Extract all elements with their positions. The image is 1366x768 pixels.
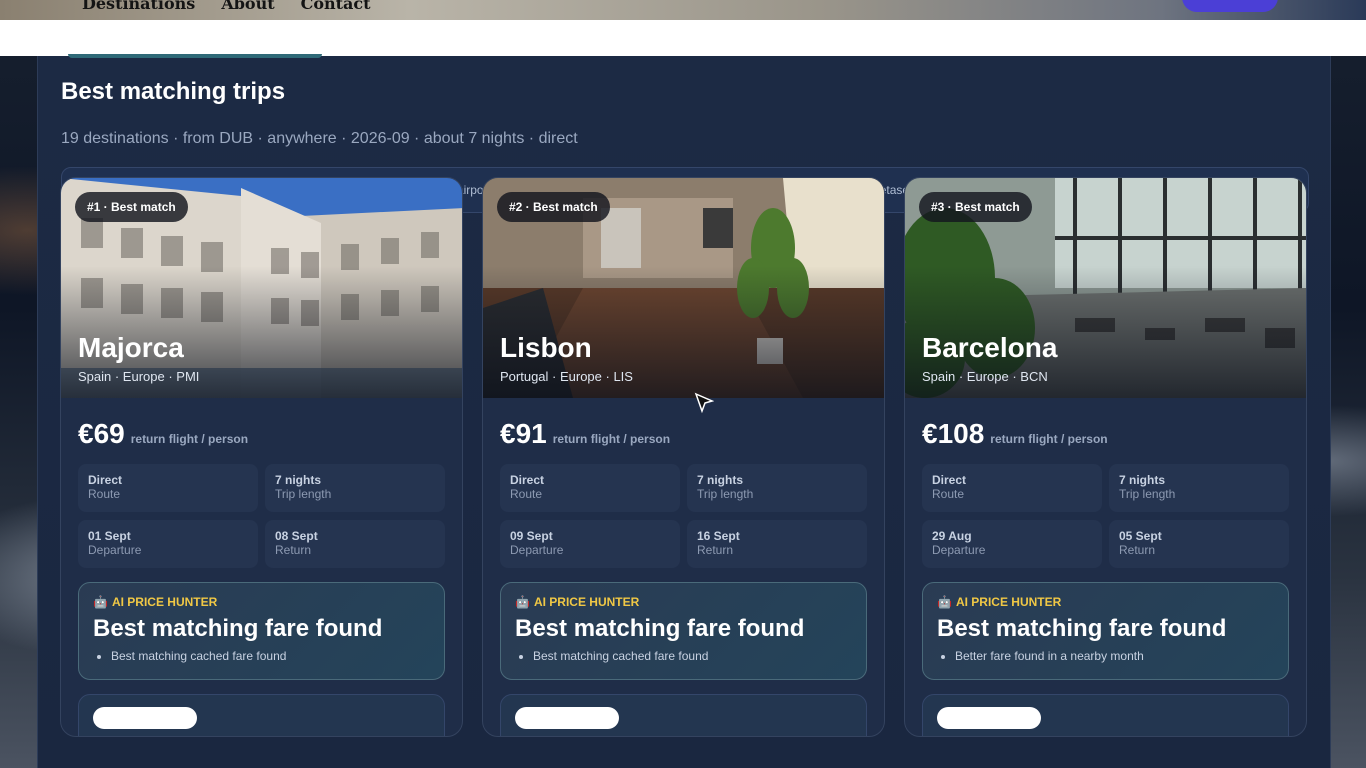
route-label: Route	[510, 487, 543, 501]
return-label: Return	[1119, 543, 1156, 557]
route-value: Direct	[932, 473, 967, 487]
return-info: 16 Sept Return	[687, 520, 867, 568]
route-info: Direct Route	[78, 464, 258, 512]
departure-value: 29 Aug	[932, 529, 972, 543]
departure-info: 01 Sept Departure	[78, 520, 258, 568]
price-note: return flight / person	[990, 432, 1108, 446]
departure-info: 29 Aug Departure	[922, 520, 1102, 568]
ai-price-hunter-box: 🤖 AI PRICE HUNTER Best matching fare foun…	[922, 582, 1289, 680]
panel-tab-stub	[68, 54, 322, 58]
hunter-headline: Best matching fare found	[515, 615, 805, 642]
return-value: 08 Sept	[275, 529, 318, 543]
trip-length-value: 7 nights	[697, 473, 744, 487]
price-note: return flight / person	[130, 432, 249, 446]
price-note: return flight / person	[552, 432, 671, 446]
nav-link-contact[interactable]: Contact	[301, 0, 371, 13]
hunter-tag: AI PRICE HUNTER	[955, 595, 1062, 609]
card-actions	[78, 694, 445, 736]
rank-badge: #2 · Best match	[497, 192, 610, 222]
return-info: 08 Sept Return	[265, 520, 445, 568]
price-value: €91	[500, 418, 547, 449]
trip-length-value: 7 nights	[1119, 473, 1166, 487]
price-row: €91 return flight / person	[500, 418, 670, 450]
hunter-note: Better fare found in a nearby month	[955, 649, 1274, 663]
departure-value: 01 Sept	[88, 529, 131, 543]
nav-link-destinations[interactable]: Destinations	[82, 0, 195, 13]
rank-badge: #1 · Best match	[75, 192, 188, 222]
trip-length-label: Trip length	[1119, 487, 1176, 501]
destination-city: Barcelona	[922, 332, 1058, 363]
trip-length-label: Trip length	[697, 487, 754, 501]
rank-badge: #3 · Best match	[919, 192, 1032, 222]
route-label: Route	[932, 487, 965, 501]
hunter-headline: Best matching fare found	[93, 615, 383, 642]
card-action-button[interactable]	[515, 707, 619, 729]
departure-label: Departure	[510, 543, 564, 557]
trip-card-barcelona[interactable]: #3 · Best match Barcelona Spain · Europe…	[904, 177, 1307, 737]
destination-city: Majorca	[78, 332, 184, 363]
robot-icon: 🤖	[93, 595, 108, 609]
destination-meta: Portugal · Europe · LIS	[500, 369, 633, 384]
nav-link-about[interactable]: About	[221, 0, 274, 13]
robot-icon: 🤖	[937, 595, 952, 609]
top-navbar: Destinations About Contact	[0, 0, 1366, 20]
card-actions	[922, 694, 1289, 736]
hunter-headline: Best matching fare found	[937, 615, 1227, 642]
return-label: Return	[697, 543, 734, 557]
hunter-tag: AI PRICE HUNTER	[533, 595, 640, 609]
departure-label: Departure	[88, 543, 142, 557]
card-action-button[interactable]	[93, 707, 197, 729]
card-action-button[interactable]	[937, 707, 1041, 729]
price-row: €108 return flight / person	[922, 418, 1108, 450]
departure-info: 09 Sept Departure	[500, 520, 680, 568]
destination-photo: #3 · Best match Barcelona Spain · Europe…	[905, 178, 1306, 398]
route-value: Direct	[88, 473, 123, 487]
trip-length-label: Trip length	[275, 487, 332, 501]
nav-cta-button[interactable]	[1182, 0, 1278, 12]
hunter-note: Best matching cached fare found	[111, 649, 430, 663]
destination-photo: #1 · Best match Majorca Spain · Europe ·…	[61, 178, 462, 398]
trip-card-lisbon[interactable]: #2 · Best match Lisbon Portugal · Europe…	[482, 177, 885, 737]
trip-length-info: 7 nights Trip length	[265, 464, 445, 512]
trip-length-value: 7 nights	[275, 473, 322, 487]
robot-icon: 🤖	[515, 595, 530, 609]
search-bar-strip	[0, 20, 1366, 56]
route-label: Route	[88, 487, 121, 501]
results-summary: 19 destinations · from DUB · anywhere · …	[61, 130, 578, 147]
trip-length-info: 7 nights Trip length	[687, 464, 867, 512]
results-title: Best matching trips	[61, 78, 286, 105]
route-info: Direct Route	[922, 464, 1102, 512]
return-value: 16 Sept	[697, 529, 740, 543]
ai-price-hunter-box: 🤖 AI PRICE HUNTER Best matching fare foun…	[500, 582, 867, 680]
trip-card-majorca[interactable]: #1 · Best match Majorca Spain · Europe ·…	[60, 177, 463, 737]
route-info: Direct Route	[500, 464, 680, 512]
departure-value: 09 Sept	[510, 529, 553, 543]
route-value: Direct	[510, 473, 545, 487]
hunter-note: Best matching cached fare found	[533, 649, 852, 663]
price-value: €69	[78, 418, 125, 449]
price-value: €108	[922, 418, 985, 449]
destination-meta: Spain · Europe · PMI	[78, 369, 200, 384]
return-label: Return	[275, 543, 312, 557]
return-value: 05 Sept	[1119, 529, 1162, 543]
price-row: €69 return flight / person	[78, 418, 248, 450]
destination-photo: #2 · Best match Lisbon Portugal · Europe…	[483, 178, 884, 398]
ai-price-hunter-box: 🤖 AI PRICE HUNTER Best matching fare foun…	[78, 582, 445, 680]
nav-links: Destinations About Contact	[82, 0, 371, 13]
destination-city: Lisbon	[500, 332, 592, 363]
destination-meta: Spain · Europe · BCN	[922, 369, 1048, 384]
card-actions	[500, 694, 867, 736]
return-info: 05 Sept Return	[1109, 520, 1289, 568]
hunter-tag: AI PRICE HUNTER	[111, 595, 218, 609]
mouse-cursor-icon	[694, 392, 714, 414]
departure-label: Departure	[932, 543, 986, 557]
trip-length-info: 7 nights Trip length	[1109, 464, 1289, 512]
